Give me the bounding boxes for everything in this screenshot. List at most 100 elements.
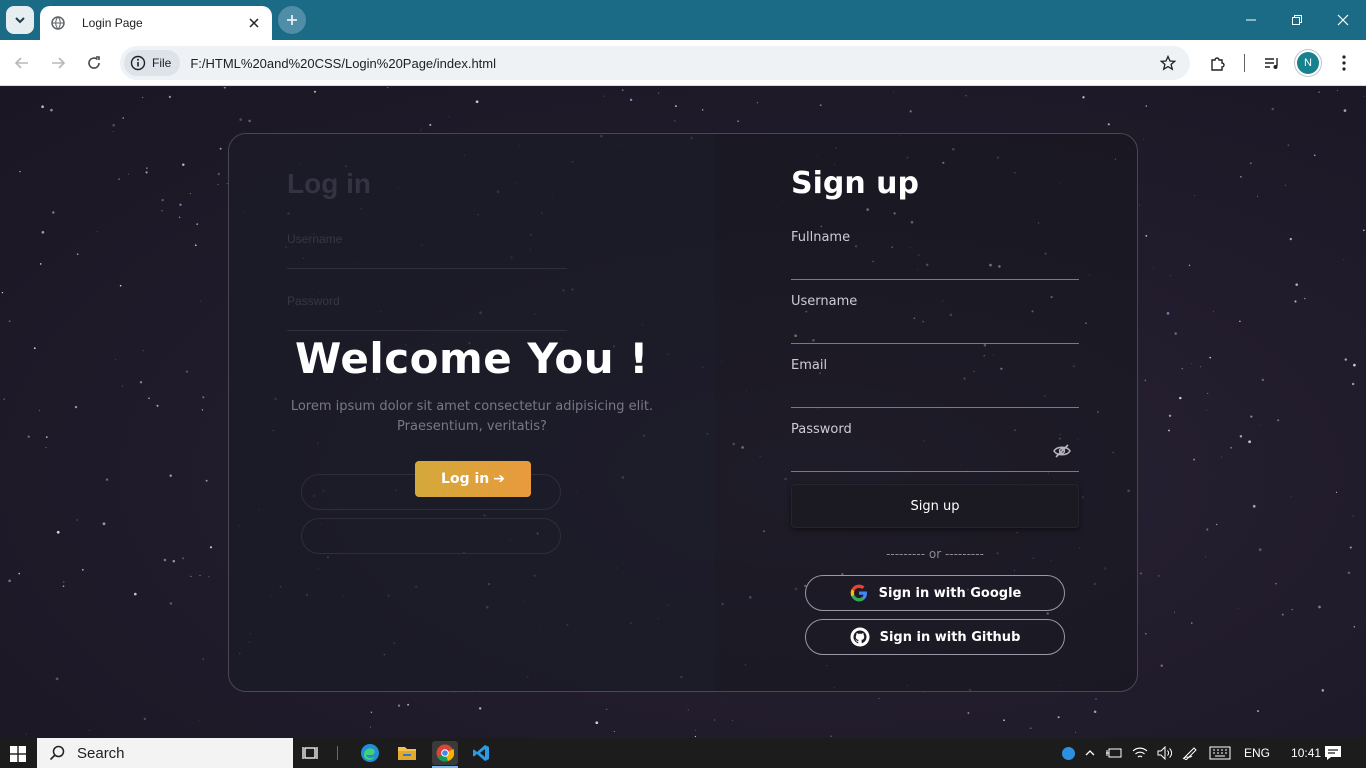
signup-button[interactable]: Sign up [791, 484, 1079, 528]
star-dot [1207, 392, 1209, 394]
site-info-label: File [152, 56, 172, 70]
star-dot [3, 398, 5, 400]
ghost-login-title: Log in [287, 168, 371, 199]
pen-icon[interactable] [1182, 746, 1200, 760]
battery-icon[interactable] [1105, 747, 1123, 759]
star-dot [76, 253, 79, 256]
star-dot [52, 211, 55, 214]
forward-button[interactable] [44, 49, 72, 77]
minimize-button[interactable] [1228, 0, 1274, 40]
bookmark-star-button[interactable] [1154, 49, 1182, 77]
site-info-chip[interactable]: File [124, 50, 181, 76]
profile-avatar[interactable]: N [1297, 52, 1319, 74]
star-dot [202, 658, 204, 660]
email-field[interactable]: Email [791, 358, 1079, 408]
star-dot [1271, 107, 1274, 111]
star-dot [1212, 310, 1214, 312]
media-icon [1265, 58, 1278, 69]
username-input[interactable] [791, 318, 1051, 340]
star-dot [219, 147, 222, 150]
task-view-icon[interactable] [298, 741, 324, 765]
restore-button[interactable] [1274, 0, 1320, 40]
close-icon[interactable] [246, 15, 262, 31]
reload-button[interactable] [80, 49, 108, 77]
email-input[interactable] [791, 382, 1051, 404]
star-dot [1075, 731, 1077, 733]
star-dot [369, 726, 371, 728]
ghost-github-button [301, 518, 561, 554]
restore-icon [1292, 15, 1302, 25]
keyboard-icon[interactable] [1209, 746, 1231, 760]
star-dot [1240, 175, 1242, 178]
star-dot [19, 170, 21, 173]
star-dot [429, 123, 432, 126]
explorer-icon[interactable] [394, 741, 420, 765]
notification-icon[interactable] [1320, 741, 1346, 765]
password-field[interactable]: Password [791, 422, 1079, 472]
extensions-button[interactable] [1204, 49, 1232, 77]
login-button[interactable]: Log in ➔ [415, 461, 531, 497]
windows-icon[interactable] [10, 746, 26, 762]
star-dot [1351, 382, 1355, 386]
star-dot [38, 409, 41, 412]
extensions-icon [1211, 57, 1225, 71]
star-dot [63, 581, 65, 583]
star-dot [407, 703, 410, 706]
star-dot [76, 519, 78, 521]
star-dot [119, 284, 122, 287]
eye-off-icon[interactable] [1053, 442, 1071, 460]
browser-tab-login-page[interactable]: Login Page [40, 6, 272, 40]
browser-toolbar: File F:/HTML%20and%20CSS/Login%20Page/in… [0, 40, 1366, 86]
star-dot [142, 350, 144, 352]
help-icon[interactable] [1062, 746, 1075, 760]
vscode-icon[interactable] [468, 741, 494, 765]
star-dot [115, 359, 116, 360]
star-dot [248, 119, 251, 123]
language-indicator[interactable]: ENG [1244, 746, 1270, 760]
password-input[interactable] [791, 446, 1051, 468]
chevron-up-icon[interactable] [1084, 747, 1096, 759]
google-signin-button[interactable]: Sign in with Google [805, 575, 1065, 611]
star-dot [1168, 414, 1172, 417]
github-signin-button[interactable]: Sign in with Github [805, 619, 1065, 655]
toolbar-divider [1244, 54, 1245, 72]
star-dot [1191, 622, 1193, 624]
new-tab-button[interactable] [278, 6, 306, 34]
star-dot [1252, 504, 1256, 508]
back-button[interactable] [8, 49, 36, 77]
fullname-underline [791, 278, 1079, 280]
system-tray: ENG 10:41 [1062, 738, 1321, 768]
star-dot [172, 559, 176, 563]
media-control-button[interactable] [1258, 49, 1286, 77]
star-dot [96, 230, 98, 232]
volume-icon[interactable] [1157, 746, 1173, 760]
star-dot [1093, 710, 1097, 713]
clock[interactable]: 10:41 [1291, 746, 1321, 760]
star-dot [1145, 105, 1148, 107]
url-text[interactable]: F:/HTML%20and%20CSS/Login%20Page/index.h… [190, 56, 1154, 71]
fullname-field[interactable]: Fullname [791, 230, 1079, 280]
edge-icon[interactable] [357, 741, 383, 765]
password-underline [791, 470, 1079, 472]
fullname-input[interactable] [791, 254, 1051, 276]
close-window-button[interactable] [1320, 0, 1366, 40]
username-label: Username [791, 294, 858, 309]
username-field[interactable]: Username [791, 294, 1079, 344]
star-dot [1095, 698, 1097, 700]
star-dot [50, 108, 53, 112]
star-dot [1295, 283, 1298, 286]
browser-menu-button[interactable] [1330, 49, 1358, 77]
tab-search-button[interactable] [6, 6, 34, 34]
star-dot [82, 569, 84, 571]
star-dot [1239, 435, 1243, 438]
email-label: Email [791, 358, 828, 373]
ghost-username-line [287, 268, 567, 269]
wifi-icon[interactable] [1132, 746, 1148, 760]
star-dot [1194, 195, 1195, 197]
address-bar[interactable]: File F:/HTML%20and%20CSS/Login%20Page/in… [120, 46, 1190, 80]
taskbar-search-box[interactable]: Search [37, 738, 293, 768]
chrome-icon[interactable] [432, 741, 458, 765]
star-dot [893, 91, 895, 93]
star-dot [674, 105, 677, 108]
welcome-block: Welcome You ! Lorem ipsum dolor sit amet… [287, 334, 657, 437]
